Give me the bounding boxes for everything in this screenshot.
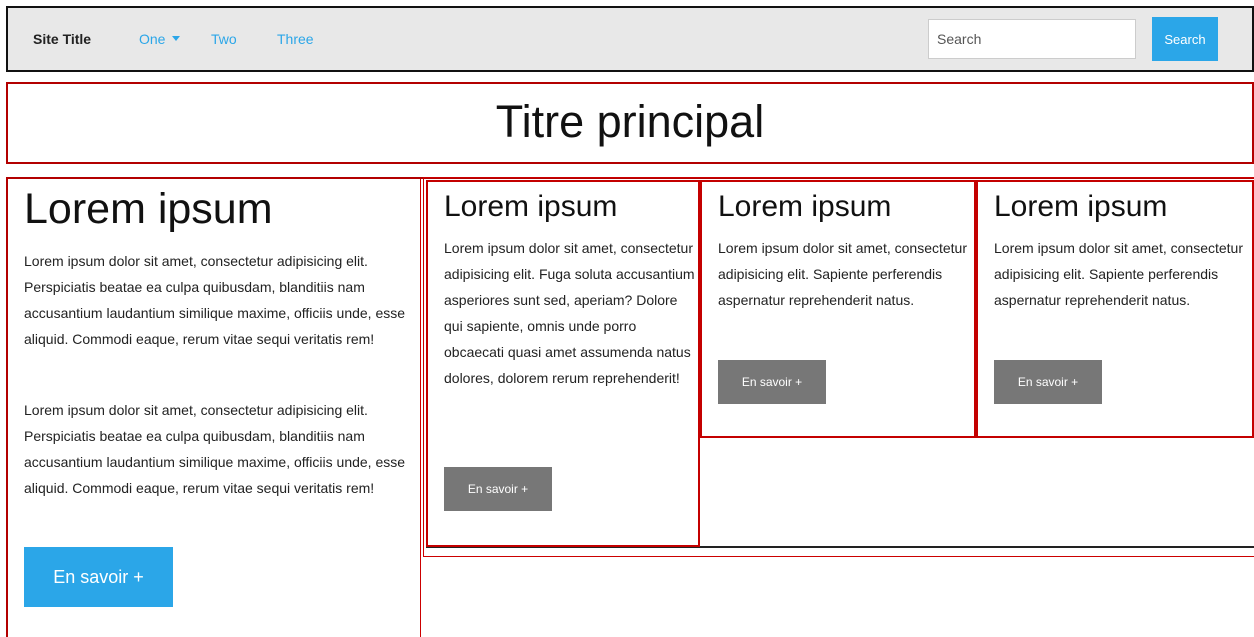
caret-down-icon [172, 36, 181, 41]
site-title[interactable]: Site Title [33, 31, 91, 47]
main-title-box: Titre principal [6, 82, 1254, 164]
card-text: Lorem ipsum dolor sit amet, consectetur … [444, 240, 695, 386]
nav-link-two[interactable]: Two [211, 31, 237, 47]
nav-link-one-label: One [139, 31, 166, 47]
search-input[interactable] [928, 19, 1136, 59]
left-column-heading: Lorem ipsum [24, 185, 273, 233]
card-2-learn-more-button[interactable]: En savoir + [718, 360, 826, 404]
page-title: Titre principal [495, 96, 765, 147]
left-column: Lorem ipsum Lorem ipsum dolor sit amet, … [8, 179, 421, 637]
card-text: Lorem ipsum dolor sit amet, consectetur … [718, 240, 967, 308]
card-1-learn-more-button[interactable]: En savoir + [444, 467, 552, 511]
card-3: Lorem ipsum Lorem ipsum dolor sit amet, … [976, 180, 1254, 438]
left-column-learn-more-button[interactable]: En savoir + [24, 547, 173, 607]
card-text: Lorem ipsum dolor sit amet, consectetur … [994, 240, 1243, 308]
card-heading: Lorem ipsum [444, 190, 618, 223]
card-3-learn-more-button[interactable]: En savoir + [994, 360, 1102, 404]
nav-link-three[interactable]: Three [277, 31, 314, 47]
left-column-paragraph: Lorem ipsum dolor sit amet, consectetur … [24, 253, 406, 347]
search-button[interactable]: Search [1152, 17, 1218, 61]
card-1: Lorem ipsum Lorem ipsum dolor sit amet, … [426, 180, 700, 547]
left-column-paragraph: Lorem ipsum dolor sit amet, consectetur … [24, 402, 406, 496]
card-2: Lorem ipsum Lorem ipsum dolor sit amet, … [700, 180, 976, 438]
card-heading: Lorem ipsum [994, 190, 1168, 223]
top-navbar: Site Title One Two Three Search [6, 6, 1254, 72]
nav-link-one[interactable]: One [139, 31, 181, 47]
card-heading: Lorem ipsum [718, 190, 892, 223]
